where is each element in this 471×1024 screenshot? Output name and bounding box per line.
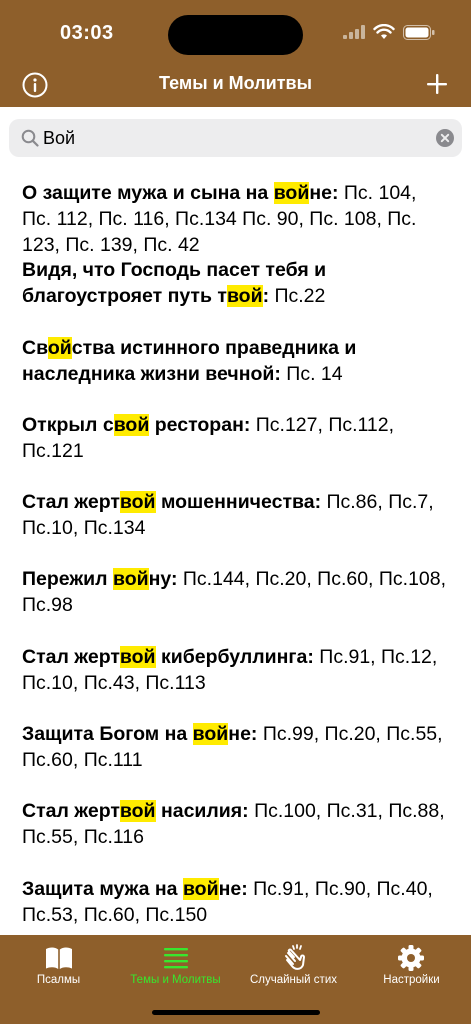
search-highlight: вой <box>226 285 263 308</box>
search-highlight: ой <box>47 336 72 359</box>
list-item[interactable]: Стал жертвой кибербуллинга: Пс.91, Пс.12… <box>0 633 471 710</box>
dynamic-island <box>168 15 303 55</box>
search-icon <box>21 129 39 147</box>
tab-random-verse[interactable]: Случайный стих <box>235 935 352 995</box>
list-item[interactable]: Свойства истинного праведника и наследни… <box>0 324 471 401</box>
search-highlight: вой <box>182 877 219 900</box>
list-item[interactable]: Стал жертвой насилия: Пс.100, Пс.31, Пс.… <box>0 787 471 864</box>
topic-title: Стал жертвой мошенничества: <box>22 491 322 514</box>
status-icons <box>343 24 435 40</box>
list-item[interactable]: Открыл свой ресторан: Пс.127, Пс.112, Пс… <box>0 401 471 478</box>
topic-title: Пережил войну: <box>22 568 178 591</box>
battery-icon <box>403 24 435 40</box>
psalm-refs: Пс. 14 <box>280 362 343 385</box>
psalm-refs: Пс.22 <box>269 285 326 308</box>
tab-topics[interactable]: Темы и Молитвы <box>117 935 234 995</box>
plus-icon <box>427 74 447 94</box>
navigation-header: 03:03 Темы и Молитвы <box>0 0 471 107</box>
search-bar <box>0 107 471 169</box>
search-highlight: вой <box>192 723 229 746</box>
hands-clap-icon <box>285 944 305 970</box>
home-indicator <box>152 1010 320 1015</box>
tab-settings[interactable]: Настройки <box>352 935 471 995</box>
search-highlight: вой <box>113 413 150 436</box>
list-item[interactable]: Видя, что Господь пасет тебя и благоустр… <box>0 246 471 323</box>
topic-title: Стал жертвой кибербуллинга: <box>22 645 314 668</box>
search-highlight: вой <box>273 182 310 204</box>
search-highlight: вой <box>119 645 156 668</box>
add-button[interactable] <box>424 71 450 97</box>
tab-psalms[interactable]: Псалмы <box>0 935 117 995</box>
tab-label: Настройки <box>383 974 440 986</box>
list-item[interactable]: Защита мужа на войне: Пс.91, Пс.90, Пс.4… <box>0 865 471 935</box>
topic-title: Открыл свой ресторан: <box>22 413 251 436</box>
list-icon <box>164 948 188 969</box>
tab-label: Псалмы <box>36 974 81 986</box>
page-title: Темы и Молитвы <box>159 73 312 93</box>
status-time: 03:03 <box>60 22 114 44</box>
clear-search-icon[interactable] <box>436 129 454 147</box>
list-item[interactable]: Пережил войну: Пс.144, Пс.20, Пс.60, Пс.… <box>0 555 471 632</box>
wifi-icon <box>373 24 395 39</box>
search-field[interactable] <box>9 119 462 157</box>
signal-icon <box>343 25 365 39</box>
search-highlight: вой <box>112 568 149 591</box>
list-item[interactable]: О защите мужа и сына на войне: Пс. 104, … <box>0 169 471 256</box>
search-input[interactable] <box>43 124 423 152</box>
list-item[interactable]: Стал жертвой мошенничества: Пс.86, Пс.7,… <box>0 478 471 555</box>
tab-label: Случайный стих <box>249 974 337 986</box>
book-icon <box>46 947 72 969</box>
list-item[interactable]: Защита Богом на войне: Пс.99, Пс.20, Пс.… <box>0 710 471 787</box>
topic-title: Защита Богом на войне: <box>22 723 258 746</box>
search-highlight: вой <box>119 800 156 823</box>
gear-icon <box>398 945 424 971</box>
topics-list: О защите мужа и сына на войне: Пс. 104, … <box>0 169 471 935</box>
topic-title: Защита мужа на войне: <box>22 877 248 900</box>
topic-title: Стал жертвой насилия: <box>22 800 249 823</box>
search-highlight: вой <box>119 491 156 514</box>
topic-title: О защите мужа и сына на войне: <box>22 182 339 204</box>
tab-label: Темы и Молитвы <box>130 974 221 986</box>
